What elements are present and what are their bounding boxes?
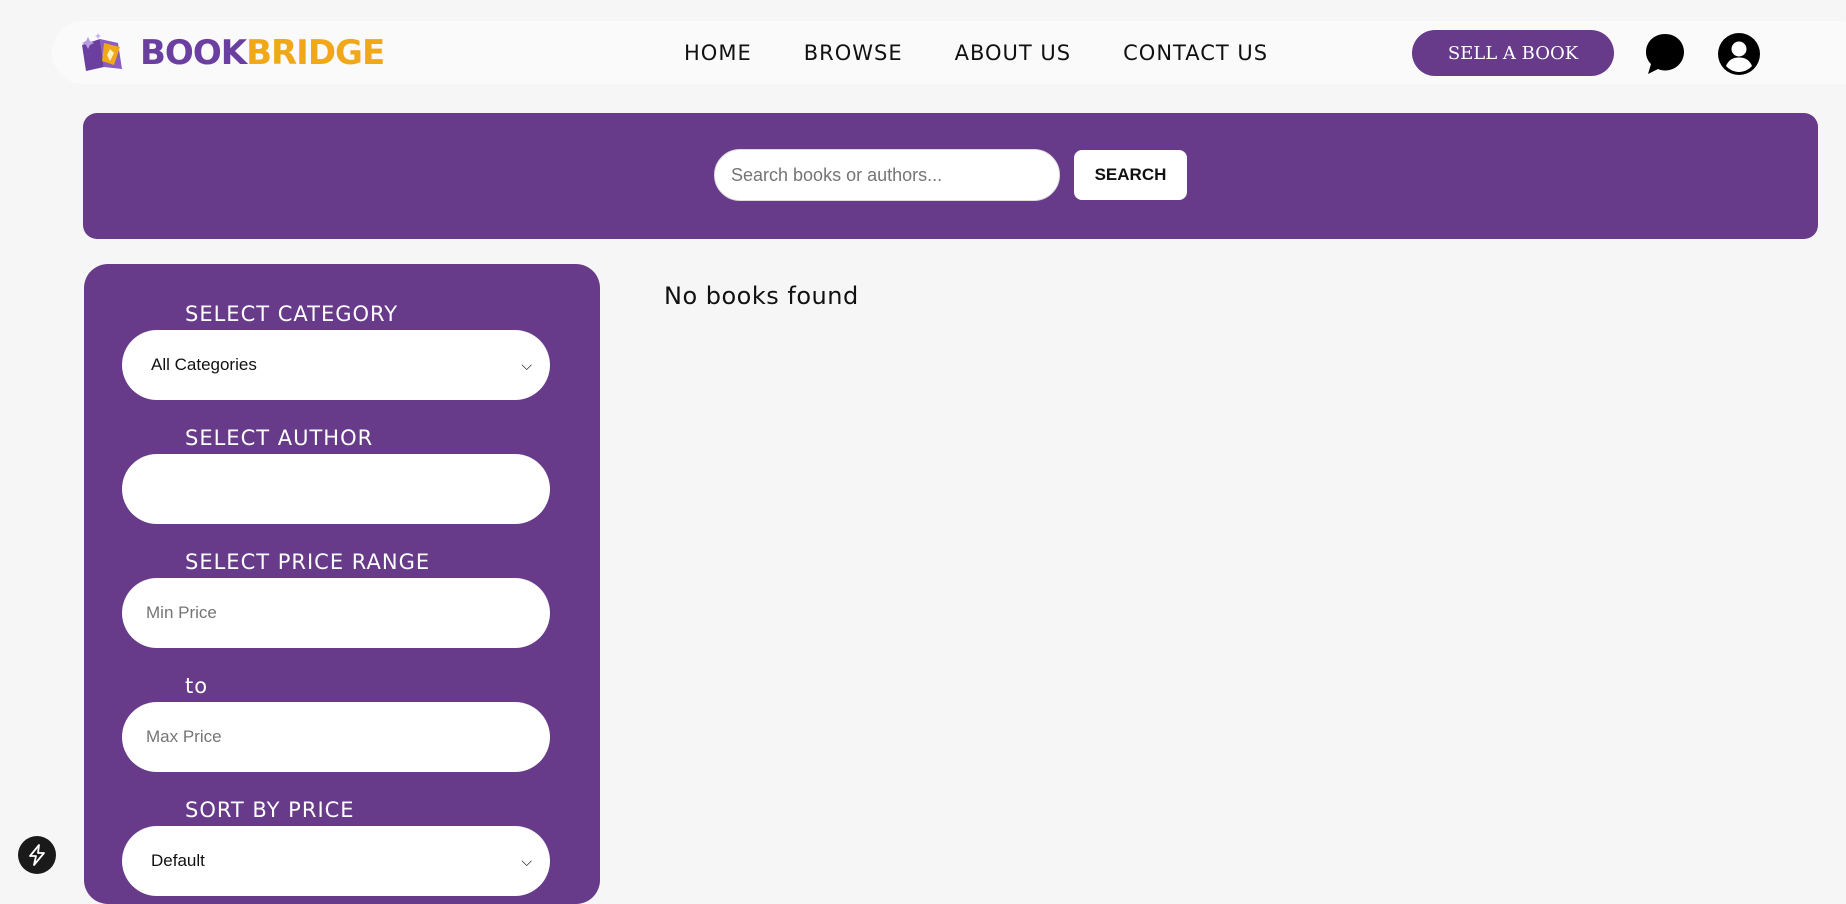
search-button[interactable]: SEARCH: [1074, 150, 1187, 200]
max-price-input[interactable]: [122, 702, 550, 772]
sort-select[interactable]: Default ⌵: [122, 826, 550, 896]
search-input[interactable]: [714, 149, 1060, 201]
nav-links: HOME BROWSE ABOUT US CONTACT US: [684, 21, 1320, 84]
sort-label: SORT BY PRICE: [185, 798, 355, 822]
top-navbar: BOOKBRIDGE HOME BROWSE ABOUT US CONTACT …: [52, 21, 1846, 84]
nav-browse-link[interactable]: BROWSE: [804, 41, 903, 65]
author-input[interactable]: [122, 454, 550, 524]
nav-home-link[interactable]: HOME: [684, 41, 752, 65]
chevron-down-icon: ⌵: [521, 356, 532, 373]
price-to-label: to: [185, 674, 209, 698]
sort-select-value: Default: [151, 851, 205, 870]
category-select[interactable]: All Categories ⌵: [122, 330, 550, 400]
nav-contact-link[interactable]: CONTACT US: [1123, 41, 1268, 65]
min-price-input[interactable]: [122, 578, 550, 648]
floating-action-button[interactable]: [18, 836, 56, 874]
brand-logo[interactable]: BOOKBRIDGE: [78, 31, 385, 75]
no-results-message: No books found: [664, 282, 859, 310]
category-label: SELECT CATEGORY: [185, 302, 399, 326]
user-account-icon[interactable]: [1717, 32, 1761, 76]
chevron-down-icon: ⌵: [521, 852, 532, 869]
lightning-bolt-icon: [29, 844, 45, 866]
author-label: SELECT AUTHOR: [185, 426, 374, 450]
chat-bubble-icon[interactable]: [1642, 31, 1688, 77]
search-banner: SEARCH: [83, 113, 1818, 239]
nav-about-link[interactable]: ABOUT US: [955, 41, 1072, 65]
price-range-label: SELECT PRICE RANGE: [185, 550, 431, 574]
filter-sidebar: SELECT CATEGORY All Categories ⌵ SELECT …: [84, 264, 600, 904]
category-select-value: All Categories: [151, 355, 257, 374]
brand-wordmark: BOOKBRIDGE: [140, 33, 385, 73]
sell-a-book-button[interactable]: SELL A BOOK: [1412, 30, 1614, 76]
book-logo-icon: [82, 33, 122, 71]
